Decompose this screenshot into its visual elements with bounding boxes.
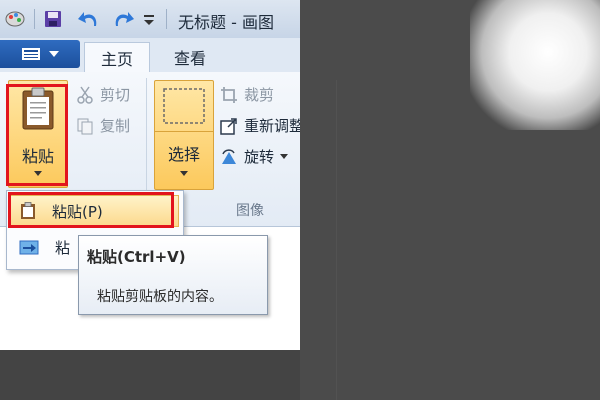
title-separator	[166, 9, 167, 29]
tooltip-description: 粘贴剪贴板的内容。	[97, 289, 223, 305]
app-icon[interactable]	[2, 7, 28, 31]
redo-icon[interactable]	[108, 7, 138, 31]
undo-icon[interactable]	[72, 7, 106, 31]
file-menu-icon	[22, 48, 40, 60]
select-button[interactable]: 选择	[154, 80, 214, 190]
copy-label: 复制	[100, 117, 131, 135]
save-icon[interactable]	[40, 7, 66, 31]
select-split-line	[155, 131, 213, 132]
tab-home[interactable]: 主页	[84, 42, 150, 73]
tab-view[interactable]: 查看	[160, 42, 220, 72]
select-label: 选择	[167, 145, 200, 164]
background-divider	[336, 80, 337, 400]
copy-icon	[77, 118, 93, 134]
paste-tooltip: 粘贴(Ctrl+V) 粘贴剪贴板的内容。	[78, 235, 268, 315]
title-bar: 无标题 - 画图	[0, 0, 300, 39]
tooltip-title: 粘贴(Ctrl+V)	[87, 248, 186, 266]
ribbon-tab-row: 主页 查看	[0, 38, 300, 73]
cut-label: 剪切	[100, 86, 131, 104]
resize-icon	[220, 117, 237, 135]
resize-label: 重新调整	[244, 117, 300, 135]
rotate-dropdown-icon[interactable]	[280, 153, 289, 160]
paint-window: 无标题 - 画图 主页 查看 粘贴 剪切 复制 选择 裁剪 重新调整 旋转 图像…	[0, 0, 300, 350]
background-bottom	[0, 350, 300, 400]
select-dropdown-icon[interactable]	[180, 171, 188, 176]
paste-highlight-box	[6, 84, 68, 186]
rotate-icon	[222, 148, 236, 164]
image-group-label: 图像	[236, 203, 264, 219]
selection-icon	[163, 88, 205, 124]
window-title: 无标题 - 画图	[178, 13, 274, 32]
background-glare	[470, 0, 600, 130]
crop-icon	[221, 86, 237, 103]
menu-item-paste-from-label: 粘	[55, 238, 71, 257]
crop-button[interactable]: 裁剪	[220, 84, 274, 105]
copy-button[interactable]: 复制	[76, 115, 130, 136]
title-separator	[34, 9, 35, 29]
crop-label: 裁剪	[244, 86, 275, 104]
paste-from-icon	[19, 240, 39, 255]
rotate-button[interactable]: 旋转	[220, 146, 289, 167]
customize-dropdown-icon[interactable]	[140, 7, 158, 31]
paste-menu-highlight-box	[8, 192, 174, 228]
cut-button[interactable]: 剪切	[76, 84, 130, 105]
scissors-icon	[77, 86, 93, 104]
rotate-label: 旋转	[244, 148, 275, 166]
resize-button[interactable]: 重新调整	[220, 115, 300, 136]
file-menu-button[interactable]	[0, 40, 80, 68]
chevron-down-icon	[49, 51, 59, 57]
